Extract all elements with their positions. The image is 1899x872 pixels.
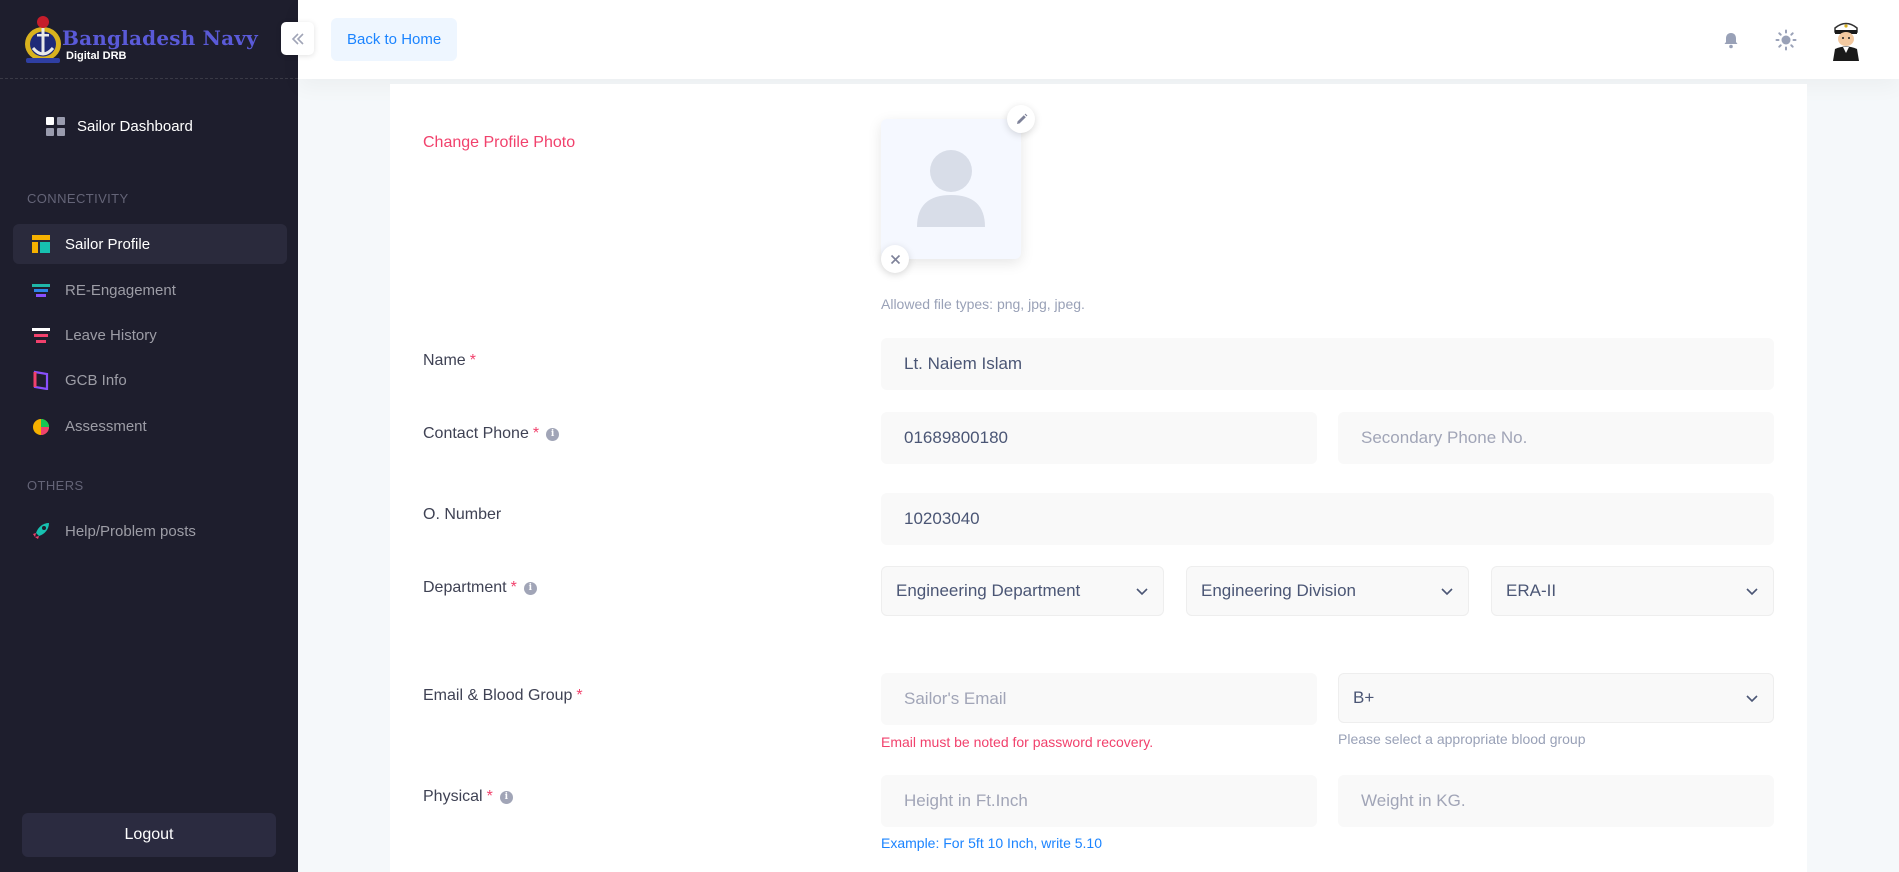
- sidebar-item-label: Help/Problem posts: [65, 522, 196, 540]
- department-select[interactable]: Engineering Department: [881, 566, 1164, 616]
- profile-form-card: Change Profile Photo Allowed file types:…: [390, 84, 1807, 872]
- pie-chart-icon: [33, 419, 49, 435]
- sidebar: Bangladesh Navy Digital DRB Sailor Dashb…: [0, 0, 298, 872]
- brand-name: Bangladesh Navy: [62, 26, 258, 50]
- sidebar-item-help-posts[interactable]: Help/Problem posts: [13, 511, 287, 551]
- sidebar-item-label: Assessment: [65, 417, 147, 435]
- sidebar-item-dashboard[interactable]: Sailor Dashboard: [46, 117, 193, 136]
- brand: Bangladesh Navy Digital DRB: [0, 0, 298, 79]
- bell-icon: [1724, 33, 1738, 49]
- contact-phone-label: Contact Phone * i: [423, 425, 560, 443]
- weight-input[interactable]: Weight in KG.: [1338, 775, 1774, 827]
- profile-layout-icon: [32, 235, 50, 253]
- top-header: Back to Home: [298, 0, 1899, 79]
- sidebar-item-label: GCB Info: [65, 371, 127, 389]
- required-mark: *: [510, 579, 517, 596]
- height-example-hint: Example: For 5ft 10 Inch, write 5.10: [881, 835, 1102, 851]
- chevron-down-icon: [1746, 695, 1758, 703]
- chevron-down-icon: [1441, 588, 1453, 596]
- notification-button[interactable]: [1717, 26, 1745, 54]
- required-mark: *: [532, 425, 540, 442]
- division-select[interactable]: Engineering Division: [1186, 566, 1469, 616]
- blood-group-select[interactable]: B+: [1338, 673, 1774, 723]
- avatar-placeholder-icon: [917, 150, 985, 227]
- required-mark: *: [469, 352, 476, 369]
- list-icon: [32, 328, 50, 343]
- name-label: Name *: [423, 352, 476, 369]
- sidebar-item-label: Sailor Profile: [65, 235, 151, 253]
- secondary-phone-input[interactable]: Secondary Phone No.: [1338, 412, 1774, 464]
- email-input[interactable]: Sailor's Email: [881, 673, 1317, 725]
- required-mark: *: [486, 788, 493, 805]
- height-input[interactable]: Height in Ft.Inch: [881, 775, 1317, 827]
- allowed-file-types-hint: Allowed file types: png, jpg, jpeg.: [881, 296, 1085, 312]
- section-label-others: OTHERS: [27, 478, 84, 493]
- theme-toggle-button[interactable]: [1772, 26, 1800, 54]
- edit-photo-button[interactable]: [1007, 105, 1035, 133]
- sidebar-item-label: RE-Engagement: [65, 281, 176, 299]
- info-icon[interactable]: i: [499, 790, 513, 804]
- back-to-home-button[interactable]: Back to Home: [331, 18, 458, 61]
- double-chevron-left-icon: [291, 32, 304, 45]
- sidebar-item-leave-history[interactable]: Leave History: [13, 315, 287, 355]
- logout-button[interactable]: Logout: [22, 813, 276, 857]
- pencil-icon: [1016, 113, 1027, 124]
- department-label: Department * i: [423, 579, 537, 597]
- info-icon[interactable]: i: [546, 427, 560, 441]
- profile-photo-preview: [881, 119, 1021, 259]
- sun-icon: [1775, 29, 1797, 51]
- sidebar-item-assessment[interactable]: Assessment: [13, 406, 287, 446]
- brand-subtitle: Digital DRB: [66, 50, 127, 62]
- rank-select[interactable]: ERA-II: [1491, 566, 1774, 616]
- sidebar-item-label: Leave History: [65, 326, 157, 344]
- layers-icon: [32, 284, 50, 297]
- chevron-down-icon: [1746, 588, 1758, 596]
- remove-photo-button[interactable]: [881, 245, 909, 273]
- name-input[interactable]: Lt. Naiem Islam: [881, 338, 1774, 390]
- email-blood-label: Email & Blood Group *: [423, 687, 583, 704]
- rocket-icon: [33, 523, 49, 539]
- info-icon[interactable]: i: [523, 581, 537, 595]
- sidebar-collapse-button[interactable]: [281, 22, 314, 55]
- blood-group-hint: Please select a appropriate blood group: [1338, 731, 1586, 747]
- user-avatar[interactable]: [1824, 17, 1868, 61]
- sidebar-item-re-engagement[interactable]: RE-Engagement: [13, 270, 287, 310]
- book-icon: [33, 370, 49, 390]
- close-icon: [890, 254, 900, 264]
- navy-emblem-icon: [25, 16, 61, 63]
- o-number-label: O. Number: [423, 506, 502, 523]
- required-mark: *: [576, 687, 583, 704]
- chevron-down-icon: [1136, 588, 1148, 596]
- email-hint: Email must be noted for password recover…: [881, 734, 1154, 750]
- sidebar-item-label: Sailor Dashboard: [77, 118, 193, 135]
- sidebar-item-sailor-profile[interactable]: Sailor Profile: [13, 224, 287, 264]
- physical-label: Physical * i: [423, 788, 513, 806]
- change-profile-photo-label: Change Profile Photo: [423, 134, 576, 151]
- section-label-connectivity: CONNECTIVITY: [27, 191, 129, 206]
- o-number-input[interactable]: 10203040: [881, 493, 1774, 545]
- sidebar-item-gcb-info[interactable]: GCB Info: [13, 360, 287, 400]
- primary-phone-input[interactable]: 01689800180: [881, 412, 1317, 464]
- dashboard-grid-icon: [46, 117, 65, 136]
